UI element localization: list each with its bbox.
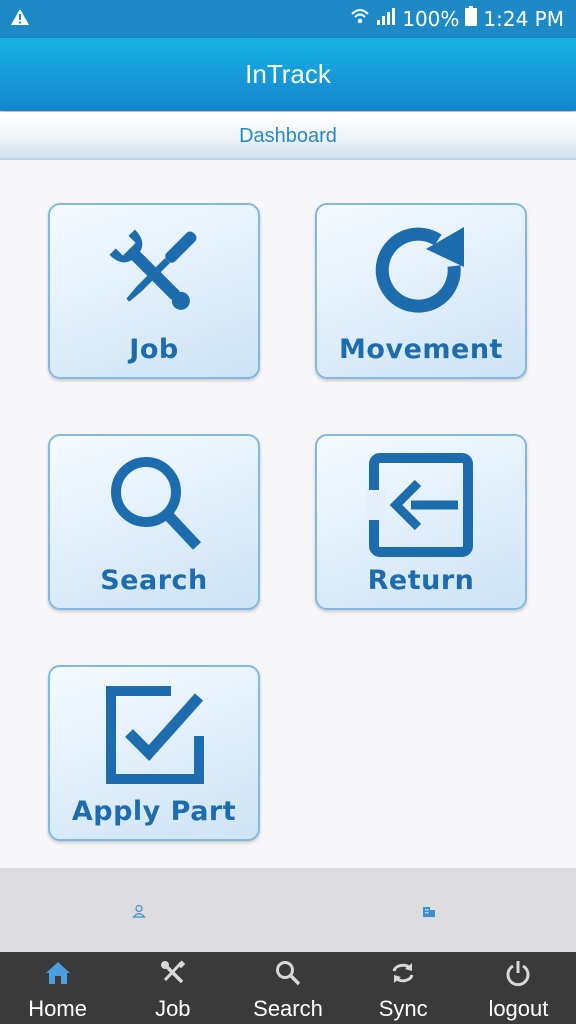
search-icon (274, 959, 302, 992)
nav-sync-label: Sync (378, 996, 428, 1021)
return-arrow-icon (366, 450, 476, 560)
search-tile[interactable]: Search (48, 434, 260, 610)
nav-logout[interactable]: logout (461, 952, 576, 1024)
apply-part-tile-label: Apply Part (71, 796, 237, 827)
nav-search[interactable]: Search (230, 952, 345, 1024)
nav-search-label: Search (253, 996, 323, 1021)
job-tile[interactable]: Job (48, 203, 260, 379)
wrench-screwdriver-icon (99, 219, 209, 329)
refresh-arrow-icon (366, 219, 476, 329)
nav-job-label: Job (155, 996, 191, 1021)
nav-job[interactable]: Job (115, 952, 230, 1024)
nav-logout-label: logout (488, 996, 549, 1021)
nav-home[interactable]: Home (0, 952, 115, 1024)
bottom-nav: Home Job Search Sync logout (0, 952, 576, 1024)
footer-bar (0, 868, 576, 952)
search-tile-label: Search (100, 565, 208, 596)
power-icon (504, 959, 532, 992)
nav-sync[interactable]: Sync (346, 952, 461, 1024)
battery-percent: 100% (402, 7, 460, 31)
status-bar: 100% 1:24 PM (0, 0, 576, 38)
movement-tile-label: Movement (339, 334, 503, 365)
return-tile-label: Return (367, 565, 475, 596)
movement-tile[interactable]: Movement (315, 203, 527, 379)
wifi-icon (350, 7, 370, 31)
job-tile-label: Job (129, 334, 179, 365)
user-icon[interactable] (132, 904, 146, 923)
checkbox-icon (99, 681, 209, 791)
tools-icon (159, 959, 187, 992)
return-tile[interactable]: Return (315, 434, 527, 610)
sync-icon (389, 959, 417, 992)
clock: 1:24 PM (483, 7, 564, 31)
building-icon[interactable] (422, 904, 436, 923)
magnifier-icon (99, 450, 209, 560)
battery-icon (465, 6, 478, 32)
page-title: Dashboard (0, 112, 576, 160)
apply-part-tile[interactable]: Apply Part (48, 665, 260, 841)
warning-icon (10, 8, 30, 31)
signal-icon (376, 7, 396, 31)
app-title: InTrack (0, 38, 576, 111)
dashboard-grid: Job Movement Search Return Apply Part (0, 160, 576, 868)
nav-home-label: Home (28, 996, 87, 1021)
home-icon (44, 959, 72, 992)
